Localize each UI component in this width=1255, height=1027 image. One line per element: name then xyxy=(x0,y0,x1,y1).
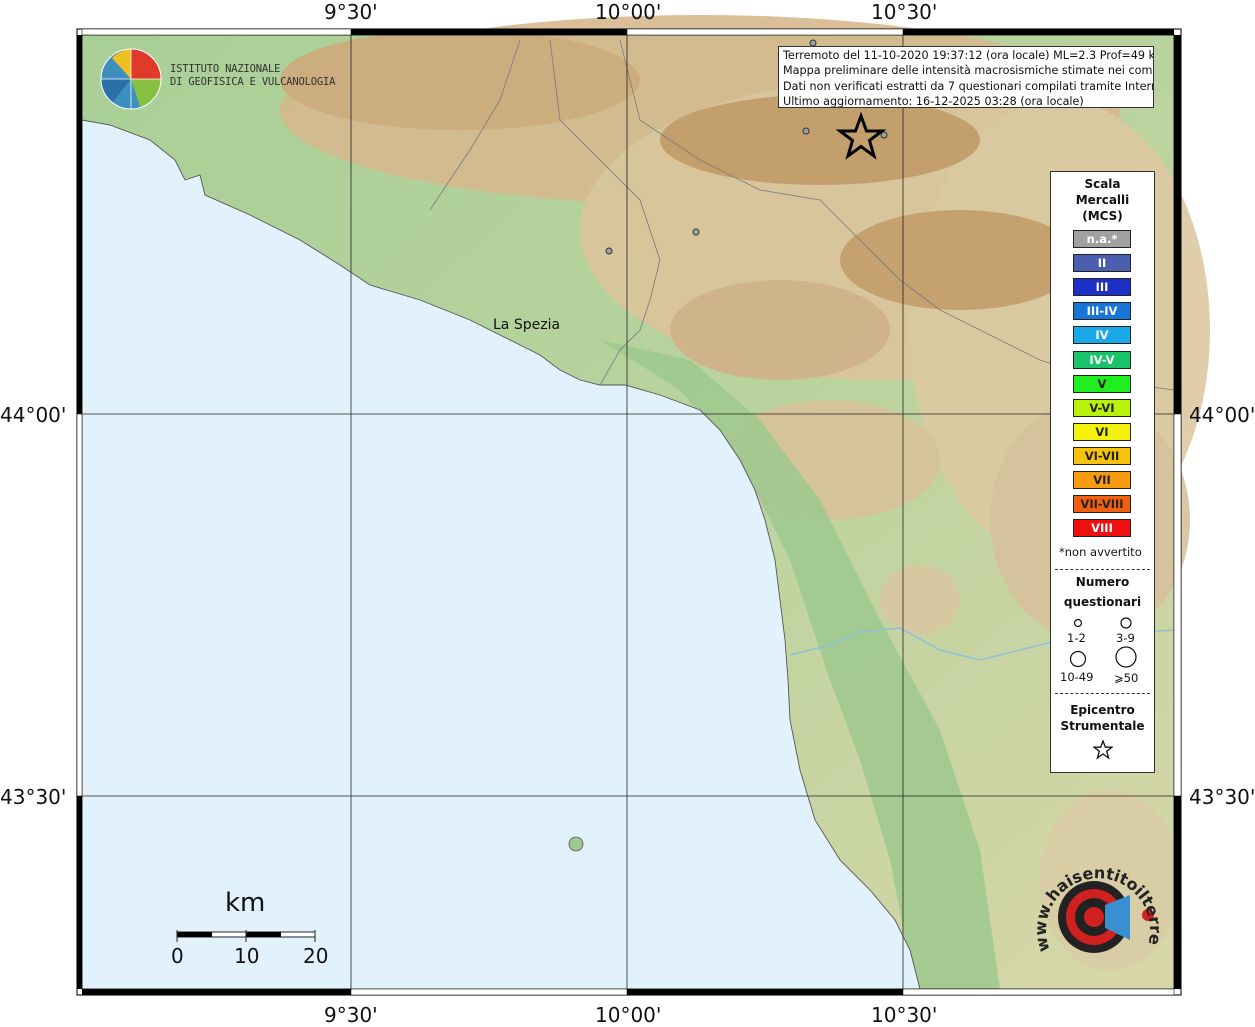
size-label: ⩾50 xyxy=(1114,671,1139,685)
legend-class-swatch: III xyxy=(1073,278,1131,297)
size-circle-large xyxy=(1069,650,1087,668)
legend-divider xyxy=(1055,569,1150,570)
scale-tick: 0 xyxy=(171,944,184,968)
size-label: 1-2 xyxy=(1067,631,1086,645)
legend-title-2: Mercalli xyxy=(1075,193,1130,207)
ingv-logo-text: ISTITUTO NAZIONALE DI GEOFISICA E VULCAN… xyxy=(170,63,335,89)
lat-label-left: 43°30' xyxy=(0,785,67,809)
size-circle-small xyxy=(1073,618,1083,628)
lat-label-right: 44°00' xyxy=(1189,403,1255,427)
lat-label-left: 44°00' xyxy=(0,403,67,427)
not-felt-note: *non avvertito xyxy=(1059,545,1142,559)
data-note: Dati non verificati estratti da 7 questi… xyxy=(783,79,1154,93)
legend-class-swatch: III-IV xyxy=(1073,302,1131,321)
lon-label-top: 10°00' xyxy=(595,0,662,24)
legend-title-3: (MCS) xyxy=(1082,209,1123,223)
epicenter-title-1: Epicentro xyxy=(1070,703,1135,717)
scale-unit: km xyxy=(225,888,266,918)
svg-text:www.haisentitoilterremoto.it: www.haisentitoilterremoto.it xyxy=(1030,850,1165,954)
ingv-line1: ISTITUTO NAZIONALE xyxy=(170,63,281,75)
legend-class-swatch: V xyxy=(1073,374,1131,393)
legend-class-swatch: IV-V xyxy=(1073,350,1131,369)
legend-class-swatch: VI xyxy=(1073,422,1131,441)
point-na xyxy=(692,228,700,236)
island xyxy=(568,836,584,852)
legend-class-swatch: V-VI xyxy=(1073,398,1131,417)
point-na xyxy=(802,127,810,135)
questionnaires-title-1: Numero xyxy=(1075,575,1130,589)
scale-tick: 10 xyxy=(234,944,260,968)
legend-divider xyxy=(1055,693,1150,694)
event-info-box: Terremoto del 11-10-2020 19:37:12 (ora l… xyxy=(778,46,1154,108)
legend-class-swatch: VII-VIII xyxy=(1073,495,1131,514)
legend-star-icon xyxy=(1093,740,1113,760)
lon-label-top: 10°30' xyxy=(871,0,938,24)
place-label: La Spezia xyxy=(493,317,561,333)
legend-title-1: Scala xyxy=(1084,177,1121,191)
point-na xyxy=(605,247,613,255)
mcs-legend: Scala Mercalli (MCS) n.a.* II III III-IV IV I… xyxy=(1050,171,1155,773)
legend-class-swatch: VII xyxy=(1073,471,1131,489)
lon-label-top: 9°30' xyxy=(324,0,378,24)
lon-label-bottom: 10°30' xyxy=(871,1003,938,1027)
size-label: 10-49 xyxy=(1060,670,1094,684)
legend-class-swatch: IV xyxy=(1073,326,1131,345)
size-circle-medium xyxy=(1120,617,1132,629)
last-update: Ultimo aggiornamento: 16-12-2025 03:28 (… xyxy=(783,95,1084,108)
questionnaires-title-2: questionari xyxy=(1063,595,1142,609)
legend-class-swatch: VI-VII xyxy=(1073,446,1131,465)
legend-class-swatch: VIII xyxy=(1073,519,1131,538)
legend-class-swatch: II xyxy=(1073,254,1131,273)
size-circle-xlarge xyxy=(1115,646,1137,668)
ingv-globe-icon xyxy=(100,48,162,110)
map-description: Mappa preliminare delle intensità macros… xyxy=(783,64,1154,78)
ingv-line2: DI GEOFISICA E VULCANOLOGIA xyxy=(170,76,336,88)
lon-label-bottom: 10°00' xyxy=(595,1003,662,1027)
size-label: 3-9 xyxy=(1116,631,1135,645)
lon-label-bottom: 9°30' xyxy=(324,1003,378,1027)
haisentito-logo-text: www.haisentitoilterremoto.it xyxy=(1030,850,1165,954)
legend-class-swatch: n.a.* xyxy=(1073,230,1131,248)
event-line: Terremoto del 11-10-2020 19:37:12 (ora l… xyxy=(783,49,1154,62)
lat-label-right: 43°30' xyxy=(1189,785,1255,809)
scale-tick: 20 xyxy=(303,944,329,968)
epicenter-title-2: Strumentale xyxy=(1060,719,1145,733)
